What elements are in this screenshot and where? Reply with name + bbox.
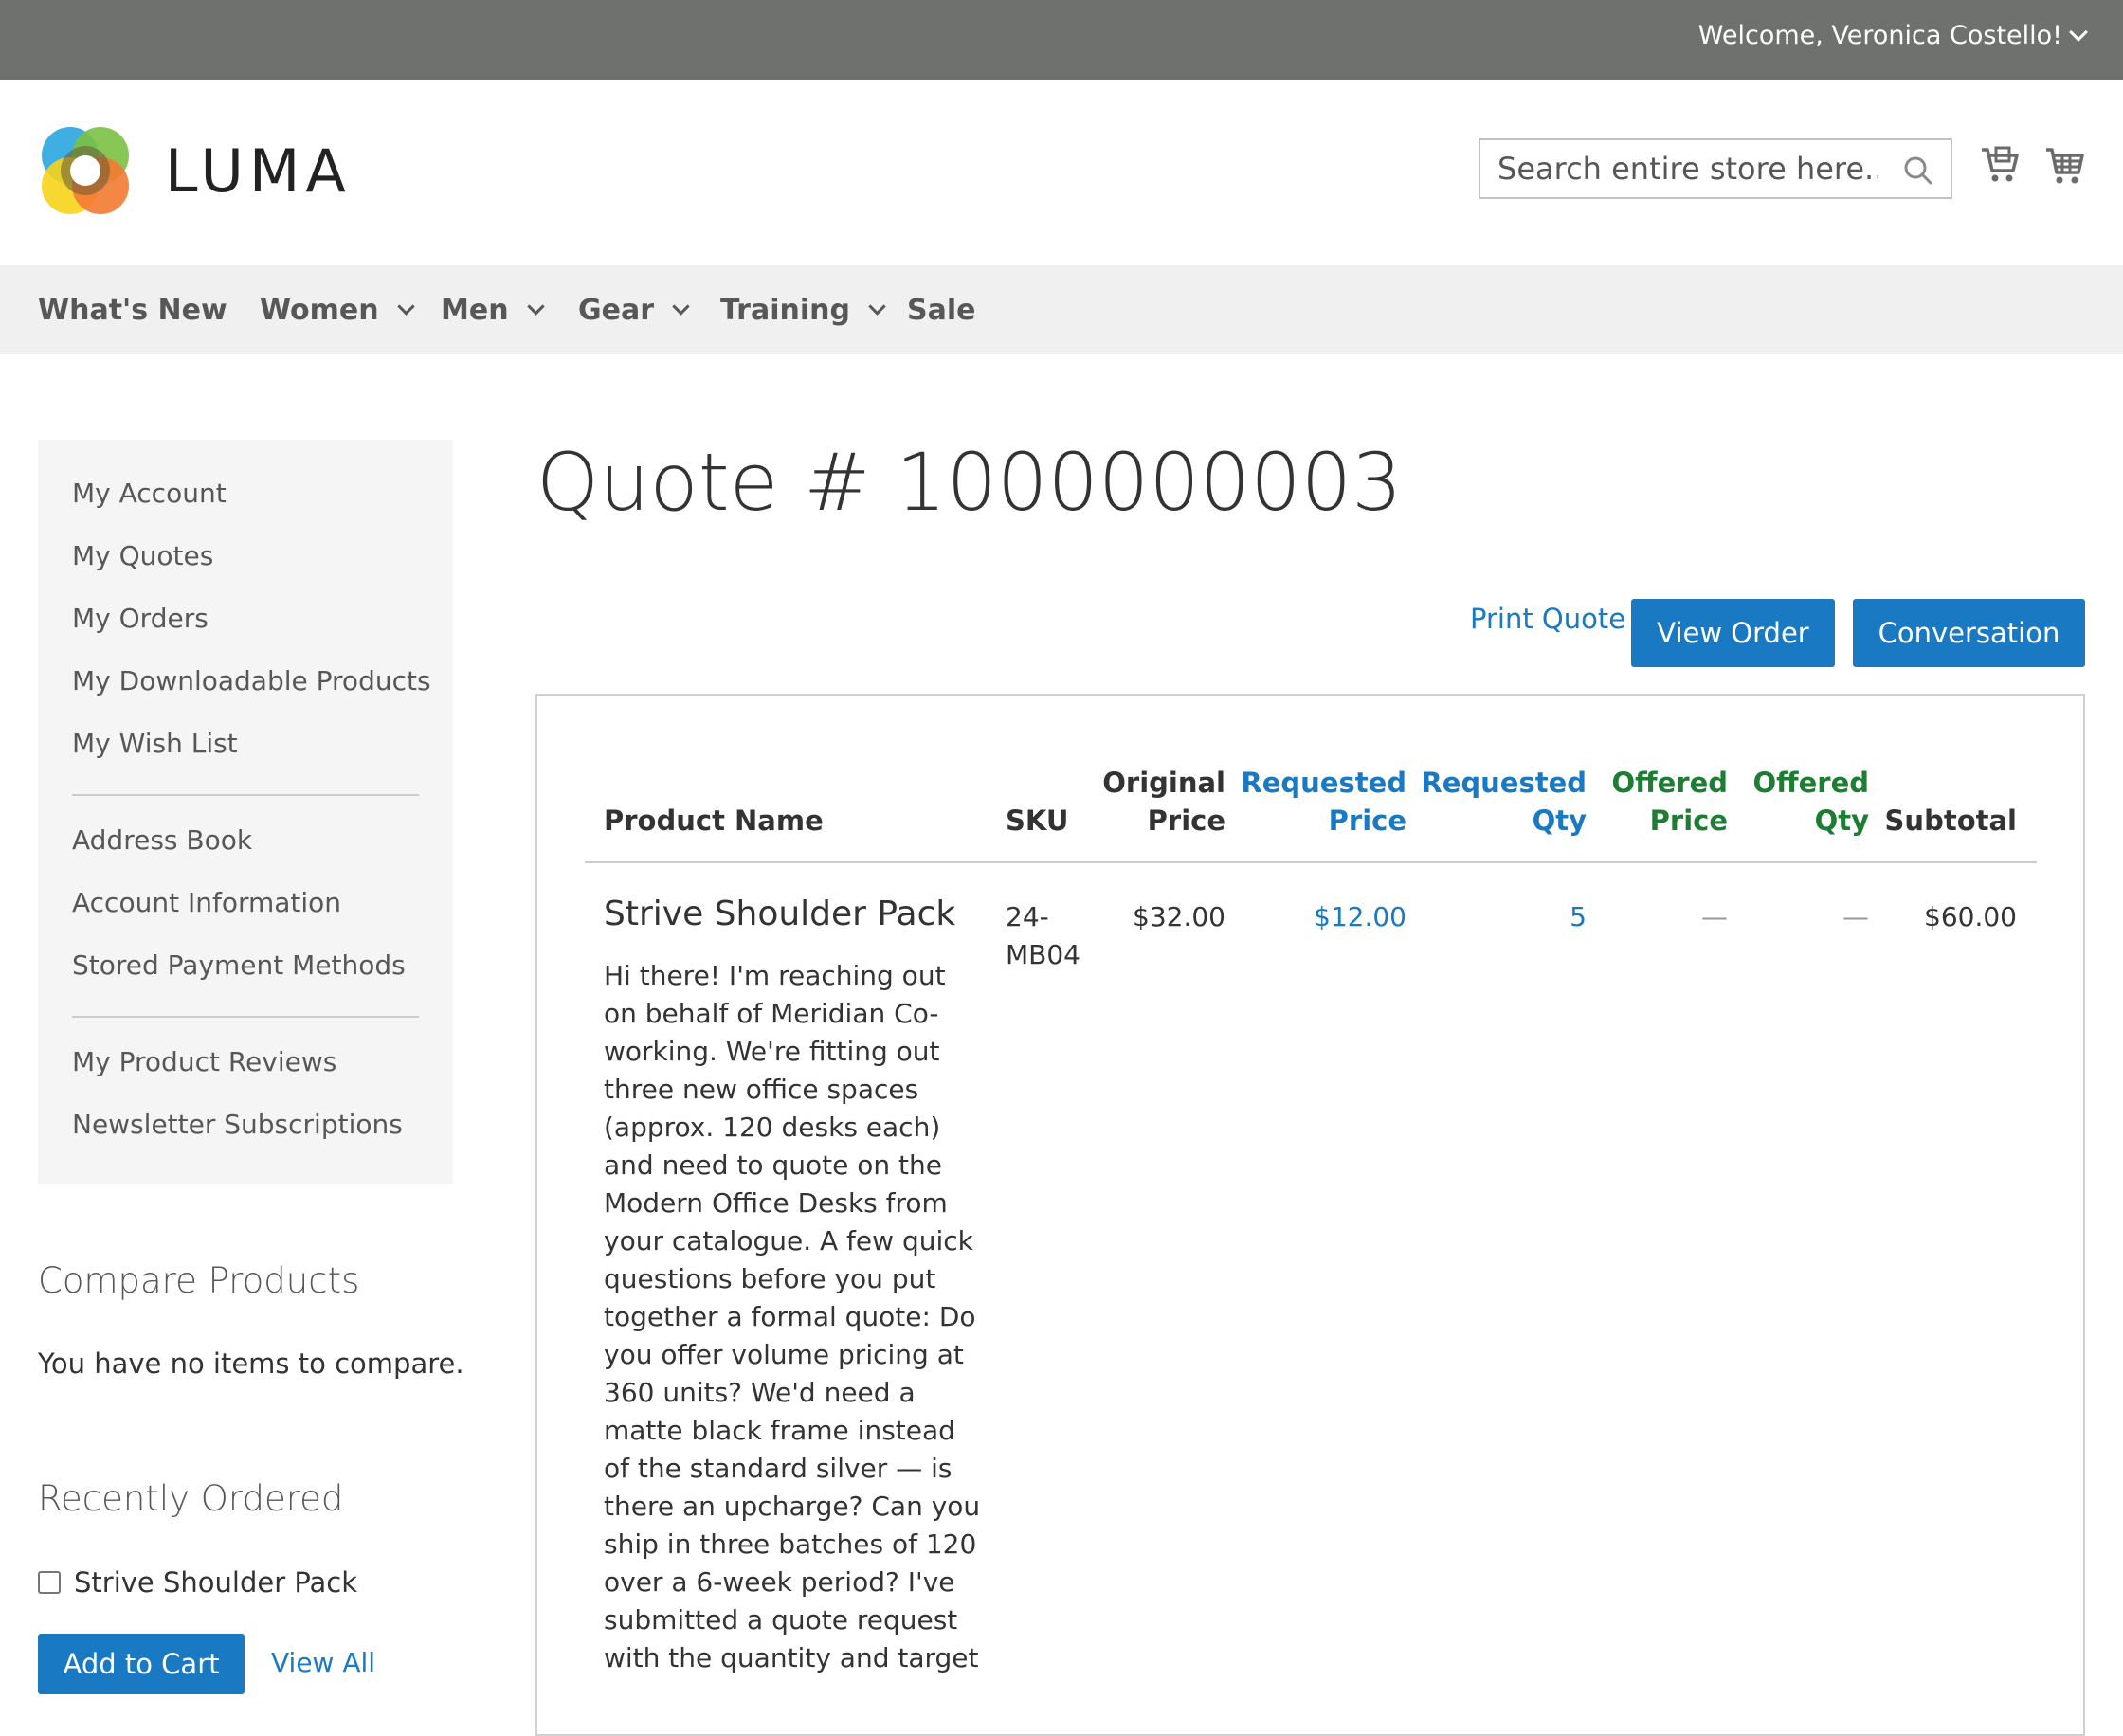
luma-logo-icon bbox=[42, 127, 129, 214]
col-subtotal: Subtotal bbox=[1885, 802, 2017, 840]
header-text: Offered bbox=[1611, 767, 1728, 799]
sidebar-divider bbox=[72, 794, 419, 796]
sku-text: 24- bbox=[1006, 901, 1049, 932]
welcome-text: Welcome, Veronica Costello! bbox=[1697, 21, 2062, 50]
row-subtotal: $60.00 bbox=[1924, 901, 2017, 932]
col-requested-qty: Requested Qty bbox=[1421, 764, 1587, 840]
sidebar-item-wish-list[interactable]: My Wish List bbox=[72, 728, 238, 759]
sku-text: MB04 bbox=[1006, 939, 1080, 970]
header-text: Offered bbox=[1752, 767, 1869, 799]
header-text: Product Name bbox=[604, 805, 824, 837]
search-box bbox=[1479, 138, 1952, 199]
recent-item: Strive Shoulder Pack bbox=[38, 1566, 357, 1599]
main-nav: What's New Women Men Gear Training Sale bbox=[0, 265, 2123, 354]
requested-price: $12.00 bbox=[1314, 901, 1406, 932]
welcome-menu[interactable]: Welcome, Veronica Costello! bbox=[1697, 21, 2088, 50]
col-original-price: Original Price bbox=[1102, 764, 1225, 840]
sidebar-item-newsletter-subscriptions[interactable]: Newsletter Subscriptions bbox=[72, 1109, 403, 1140]
nav-gear[interactable]: Gear bbox=[578, 294, 690, 327]
nav-label: Gear bbox=[578, 294, 655, 327]
col-offered-price: Offered Price bbox=[1611, 764, 1728, 840]
nav-label: Men bbox=[441, 294, 509, 327]
header-text: Price bbox=[1649, 805, 1728, 837]
sidebar-item-my-account[interactable]: My Account bbox=[72, 478, 227, 509]
compare-title: Compare Products bbox=[38, 1260, 360, 1301]
offered-price: — bbox=[1701, 901, 1728, 932]
logo-text: LUMA bbox=[165, 136, 352, 206]
product-sku: 24- MB04 bbox=[1006, 898, 1080, 974]
sidebar-item-address-book[interactable]: Address Book bbox=[72, 824, 252, 856]
chevron-down-icon bbox=[672, 298, 690, 316]
sidebar-divider bbox=[72, 1016, 419, 1018]
header-text: SKU bbox=[1006, 805, 1069, 837]
requested-qty: 5 bbox=[1570, 901, 1587, 932]
print-quote-link[interactable]: Print Quote bbox=[1470, 603, 1625, 635]
recently-ordered-title: Recently Ordered bbox=[38, 1478, 344, 1519]
nav-label: Training bbox=[720, 294, 850, 327]
col-requested-price: Requested Price bbox=[1241, 764, 1406, 840]
nav-sale[interactable]: Sale bbox=[907, 294, 975, 327]
chevron-down-icon bbox=[526, 298, 545, 316]
table-header-divider bbox=[585, 861, 2037, 863]
recent-item-checkbox[interactable] bbox=[38, 1571, 61, 1594]
nav-label: Sale bbox=[907, 294, 976, 327]
quote-items-panel: Product Name SKU Original Price Requeste… bbox=[535, 694, 2085, 1736]
top-bar: Welcome, Veronica Costello! bbox=[0, 0, 2123, 80]
col-product-name: Product Name bbox=[604, 802, 824, 840]
quote-cart-icon[interactable] bbox=[1979, 144, 2021, 186]
cart-icon[interactable] bbox=[2043, 144, 2085, 186]
page-title: Quote # 1000000003 bbox=[536, 436, 1403, 529]
recent-item-name: Strive Shoulder Pack bbox=[74, 1566, 358, 1599]
chevron-down-icon bbox=[2069, 22, 2088, 42]
view-order-button[interactable]: View Order bbox=[1631, 599, 1835, 667]
nav-label: Women bbox=[260, 294, 379, 327]
sidebar-item-account-information[interactable]: Account Information bbox=[72, 887, 341, 918]
sidebar-item-my-orders[interactable]: My Orders bbox=[72, 603, 209, 634]
sidebar-item-downloadable-products[interactable]: My Downloadable Products bbox=[72, 665, 431, 696]
nav-training[interactable]: Training bbox=[720, 294, 886, 327]
view-all-link[interactable]: View All bbox=[271, 1647, 375, 1678]
search-icon[interactable] bbox=[1903, 155, 1933, 186]
header-text: Subtotal bbox=[1884, 805, 2017, 837]
offered-qty: — bbox=[1842, 901, 1869, 932]
header-text: Price bbox=[1147, 805, 1225, 837]
nav-men[interactable]: Men bbox=[441, 294, 545, 327]
col-offered-qty: Offered Qty bbox=[1752, 764, 1869, 840]
logo[interactable]: LUMA bbox=[38, 123, 352, 218]
nav-women[interactable]: Women bbox=[260, 294, 415, 327]
original-price: $32.00 bbox=[1133, 901, 1225, 932]
chevron-down-icon bbox=[396, 298, 415, 316]
nav-whats-new[interactable]: What's New bbox=[38, 294, 227, 327]
sidebar-item-my-quotes[interactable]: My Quotes bbox=[72, 540, 213, 571]
add-to-cart-button[interactable]: Add to Cart bbox=[38, 1634, 245, 1694]
search-input[interactable] bbox=[1480, 140, 1878, 197]
product-name: Strive Shoulder Pack bbox=[604, 895, 956, 933]
sidebar-item-stored-payment-methods[interactable]: Stored Payment Methods bbox=[72, 949, 406, 981]
account-sidebar: My Account My Quotes My Orders My Downlo… bbox=[38, 440, 453, 1184]
chevron-down-icon bbox=[868, 298, 886, 316]
conversation-button[interactable]: Conversation bbox=[1853, 599, 2085, 667]
header-text: Qty bbox=[1532, 805, 1587, 837]
header: LUMA bbox=[0, 80, 2123, 265]
header-text: Qty bbox=[1814, 805, 1869, 837]
sidebar-item-product-reviews[interactable]: My Product Reviews bbox=[72, 1046, 336, 1077]
header-text: Price bbox=[1328, 805, 1406, 837]
compare-empty-text: You have no items to compare. bbox=[38, 1347, 464, 1380]
header-text: Requested bbox=[1421, 767, 1587, 799]
product-note: Hi there! I'm reaching out on behalf of … bbox=[604, 960, 981, 1673]
header-text: Requested bbox=[1241, 767, 1406, 799]
col-sku: SKU bbox=[1006, 802, 1068, 840]
header-text: Original bbox=[1102, 767, 1225, 799]
nav-label: What's New bbox=[38, 294, 227, 327]
